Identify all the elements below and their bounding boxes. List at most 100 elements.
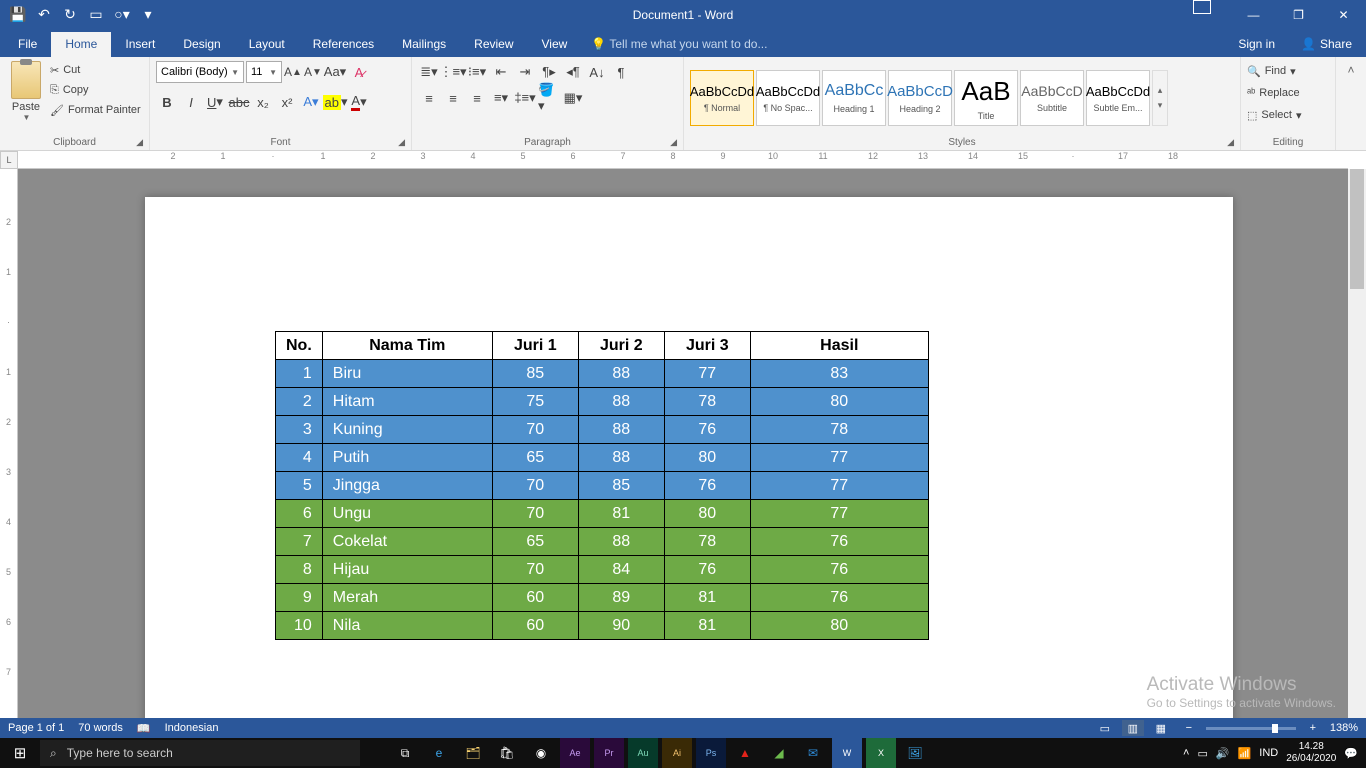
align-left-icon[interactable]: ≡ — [418, 87, 440, 109]
redo-icon[interactable]: ↻ — [58, 3, 82, 27]
document-table[interactable]: No.Nama TimJuri 1Juri 2Juri 3Hasil 1Biru… — [275, 331, 929, 640]
subscript-button[interactable]: x₂ — [252, 91, 274, 113]
justify-icon[interactable]: ≡▾ — [490, 87, 512, 109]
dialog-launcher-icon[interactable]: ◢ — [670, 137, 677, 148]
undo-icon[interactable]: ↶ — [32, 3, 56, 27]
style-item[interactable]: AaBbCcDHeading 2 — [888, 70, 952, 126]
maximize-button[interactable]: ❐ — [1276, 0, 1321, 29]
minimize-button[interactable]: — — [1231, 0, 1276, 29]
tray-wifi-icon[interactable]: 📶 — [1238, 747, 1252, 760]
find-button[interactable]: 🔍 Find ▾ — [1247, 61, 1296, 81]
bullets-icon[interactable]: ≣▾ — [418, 61, 440, 83]
superscript-button[interactable]: x² — [276, 91, 298, 113]
task-view-icon[interactable]: ⧉ — [390, 738, 420, 768]
tell-me-search[interactable]: 💡 Tell me what you want to do... — [581, 32, 777, 57]
photos-icon[interactable]: 🖼 — [900, 738, 930, 768]
pr-icon[interactable]: Pr — [594, 738, 624, 768]
styles-more-button[interactable]: ▴▾ — [1152, 70, 1168, 126]
tray-notifications-icon[interactable]: 💬 — [1344, 747, 1358, 760]
style-item[interactable]: AaBbCcDdSubtle Em... — [1086, 70, 1150, 126]
table-row[interactable]: 9Merah60898176 — [276, 584, 929, 612]
strikethrough-button[interactable]: abc — [228, 91, 250, 113]
ltr-icon[interactable]: ¶▸ — [538, 61, 560, 83]
view-print-icon[interactable]: ▥ — [1122, 720, 1144, 736]
app-icon[interactable]: ◢ — [764, 738, 794, 768]
page[interactable]: No.Nama TimJuri 1Juri 2Juri 3Hasil 1Biru… — [145, 197, 1233, 718]
font-color-icon[interactable]: A▾ — [348, 91, 370, 113]
underline-button[interactable]: U▾ — [204, 91, 226, 113]
tab-file[interactable]: File — [4, 32, 51, 57]
au-icon[interactable]: Au — [628, 738, 658, 768]
italic-button[interactable]: I — [180, 91, 202, 113]
file-explorer-icon[interactable]: 🗂 — [458, 738, 488, 768]
close-button[interactable]: ✕ — [1321, 0, 1366, 29]
font-size-combo[interactable]: 11▼ — [246, 61, 282, 83]
status-language[interactable]: Indonesian — [165, 722, 219, 734]
tab-design[interactable]: Design — [169, 32, 234, 57]
tab-references[interactable]: References — [299, 32, 388, 57]
paste-button[interactable]: Paste ▼ — [6, 61, 46, 122]
share-button[interactable]: 👤Share — [1291, 32, 1362, 57]
status-words[interactable]: 70 words — [78, 722, 123, 734]
qat-customize-icon[interactable]: ▾ — [136, 3, 160, 27]
style-item[interactable]: AaBbCcDSubtitle — [1020, 70, 1084, 126]
table-row[interactable]: 7Cokelat65887876 — [276, 528, 929, 556]
taskbar-search[interactable]: ⌕ Type here to search — [40, 740, 360, 766]
mail-icon[interactable]: ✉ — [798, 738, 828, 768]
save-icon[interactable]: 💾 — [6, 3, 30, 27]
sort-icon[interactable]: A↓ — [586, 61, 608, 83]
qat-item-icon[interactable]: ○▾ — [110, 3, 134, 27]
tray-language[interactable]: IND — [1259, 747, 1278, 759]
change-case-icon[interactable]: Aa▾ — [324, 61, 346, 83]
highlight-icon[interactable]: ab▾ — [324, 91, 346, 113]
shrink-font-icon[interactable]: A▼ — [304, 61, 322, 83]
zoom-thumb[interactable] — [1272, 724, 1278, 733]
copy-button[interactable]: ⎘ Copy — [50, 81, 141, 99]
tray-chevron-icon[interactable]: ˄ — [1183, 747, 1189, 759]
borders-icon[interactable]: ▦▾ — [562, 87, 584, 109]
vertical-scrollbar[interactable] — [1348, 169, 1366, 718]
store-icon[interactable]: 🛍 — [492, 738, 522, 768]
view-web-icon[interactable]: ▦ — [1150, 720, 1172, 736]
ae-icon[interactable]: Ae — [560, 738, 590, 768]
shading-icon[interactable]: 🪣▾ — [538, 87, 560, 109]
bold-button[interactable]: B — [156, 91, 178, 113]
tab-mailings[interactable]: Mailings — [388, 32, 460, 57]
select-button[interactable]: ⬚ Select ▾ — [1247, 105, 1302, 125]
status-page[interactable]: Page 1 of 1 — [8, 722, 64, 734]
text-effects-icon[interactable]: A▾ — [300, 91, 322, 113]
tab-home[interactable]: Home — [51, 32, 111, 57]
zoom-slider[interactable] — [1206, 727, 1296, 730]
table-row[interactable]: 2Hitam75887880 — [276, 388, 929, 416]
align-right-icon[interactable]: ≡ — [466, 87, 488, 109]
style-item[interactable]: AaBbCcHeading 1 — [822, 70, 886, 126]
multilevel-list-icon[interactable]: ⁝≡▾ — [466, 61, 488, 83]
style-item[interactable]: AaBbCcDd¶ No Spac... — [756, 70, 820, 126]
replace-button[interactable]: ᵃᵇ Replace — [1247, 83, 1300, 103]
word-icon[interactable]: W — [832, 738, 862, 768]
start-button[interactable]: ⊞ — [0, 738, 40, 768]
align-center-icon[interactable]: ≡ — [442, 87, 464, 109]
dialog-launcher-icon[interactable]: ◢ — [136, 137, 143, 148]
dialog-launcher-icon[interactable]: ◢ — [398, 137, 405, 148]
ps-icon[interactable]: Ps — [696, 738, 726, 768]
tab-insert[interactable]: Insert — [111, 32, 169, 57]
zoom-in-button[interactable]: + — [1302, 720, 1324, 736]
clear-formatting-icon[interactable]: A̷ — [348, 61, 370, 83]
chrome-icon[interactable]: ◉ — [526, 738, 556, 768]
grow-font-icon[interactable]: A▲ — [284, 61, 302, 83]
table-row[interactable]: 10Nila60908180 — [276, 612, 929, 640]
qat-item-icon[interactable]: ▭ — [84, 3, 108, 27]
ribbon-display-icon[interactable] — [1193, 0, 1211, 14]
zoom-out-button[interactable]: − — [1178, 720, 1200, 736]
table-row[interactable]: 5Jingga70857677 — [276, 472, 929, 500]
ai-icon[interactable]: Ai — [662, 738, 692, 768]
format-painter-button[interactable]: 🖌 Format Painter — [50, 101, 141, 119]
scrollbar-thumb[interactable] — [1350, 169, 1364, 289]
table-row[interactable]: 3Kuning70887678 — [276, 416, 929, 444]
table-row[interactable]: 1Biru85887783 — [276, 360, 929, 388]
rtl-icon[interactable]: ◂¶ — [562, 61, 584, 83]
line-spacing-icon[interactable]: ‡≡▾ — [514, 87, 536, 109]
edge-icon[interactable]: e — [424, 738, 454, 768]
style-item[interactable]: AaBTitle — [954, 70, 1018, 126]
